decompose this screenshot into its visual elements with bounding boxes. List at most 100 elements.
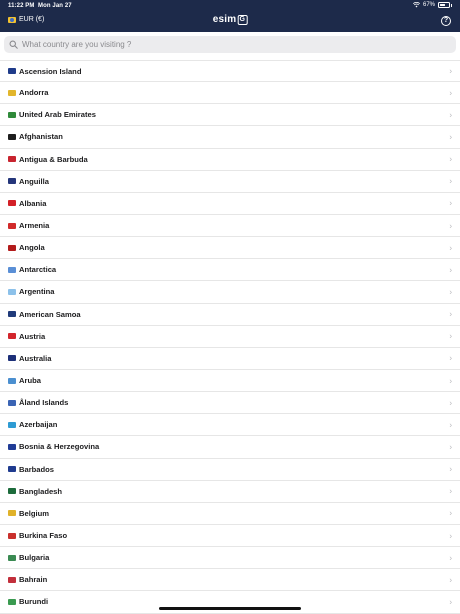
country-name: Albania — [19, 198, 47, 208]
app-header: 11:22 PM Mon Jan 27 67% EUR (€) esim G ? — [0, 0, 460, 32]
wifi-icon — [412, 2, 420, 8]
country-row[interactable]: Aruba › — [0, 370, 460, 393]
help-button[interactable]: ? — [441, 16, 451, 26]
country-name: Aruba — [19, 376, 41, 386]
country-name: Anguilla — [19, 176, 49, 186]
country-row[interactable]: Ascension Island › — [0, 60, 460, 83]
eu-flag-icon — [8, 16, 16, 23]
chevron-right-icon: › — [449, 442, 452, 452]
country-row[interactable]: Andorra › — [0, 82, 460, 105]
chevron-right-icon: › — [449, 265, 452, 275]
flag-icon — [8, 488, 16, 495]
status-time: 11:22 PM Mon Jan 27 — [8, 3, 72, 9]
chevron-right-icon: › — [449, 176, 452, 186]
country-name: Burkina Faso — [19, 531, 68, 541]
country-row[interactable]: Bangladesh › — [0, 481, 460, 503]
battery-percent: 67% — [422, 2, 435, 8]
country-name: Belgium — [19, 508, 49, 518]
country-name: Barbados — [19, 464, 55, 474]
country-row[interactable]: Burkina Faso › — [0, 525, 460, 548]
chevron-right-icon: › — [449, 486, 452, 496]
country-name: Bangladesh — [19, 486, 63, 496]
country-name: Åland Islands — [19, 398, 69, 408]
flag-icon — [8, 178, 16, 185]
country-name: Bosnia & Herzegovina — [19, 442, 100, 452]
flag-icon — [8, 288, 16, 295]
flag-icon — [8, 333, 16, 340]
chevron-right-icon: › — [449, 420, 452, 430]
flag-icon — [8, 355, 16, 362]
chevron-right-icon: › — [449, 553, 452, 563]
country-name: Argentina — [19, 287, 55, 297]
country-row[interactable]: Belgium › — [0, 503, 460, 525]
country-row[interactable]: Bahrain › — [0, 569, 460, 592]
country-name: Austria — [19, 331, 46, 341]
country-row[interactable]: Antigua & Barbuda › — [0, 149, 460, 171]
country-row[interactable]: Anguilla › — [0, 171, 460, 193]
country-row[interactable]: American Samoa › — [0, 304, 460, 326]
chevron-right-icon: › — [449, 88, 452, 98]
flag-icon — [8, 532, 16, 539]
chevron-right-icon: › — [449, 508, 452, 518]
flag-icon — [8, 554, 16, 561]
chevron-right-icon: › — [449, 353, 452, 363]
chevron-right-icon: › — [449, 66, 452, 76]
app-logo: esim G — [213, 14, 248, 25]
flag-icon — [8, 510, 16, 517]
battery-icon — [438, 2, 450, 8]
home-indicator — [159, 607, 301, 610]
country-row[interactable]: Austria › — [0, 326, 460, 348]
chevron-right-icon: › — [449, 309, 452, 319]
country-name: Burundi — [19, 597, 49, 607]
country-name: American Samoa — [19, 309, 81, 319]
country-list: Ascension Island › Andorra › United Arab Emi… — [0, 60, 460, 614]
country-row[interactable]: Burundi › — [0, 591, 460, 614]
flag-icon — [8, 598, 16, 605]
country-row[interactable]: Barbados › — [0, 459, 460, 481]
country-row[interactable]: Armenia › — [0, 215, 460, 238]
country-row[interactable]: Angola › — [0, 237, 460, 260]
chevron-right-icon: › — [449, 575, 452, 585]
flag-icon — [8, 111, 16, 118]
country-name: Bulgaria — [19, 553, 50, 563]
country-row[interactable]: Åland Islands › — [0, 392, 460, 415]
currency-selector[interactable]: EUR (€) — [8, 16, 44, 23]
chevron-right-icon: › — [449, 154, 452, 164]
flag-icon — [8, 156, 16, 163]
chevron-right-icon: › — [449, 110, 452, 120]
flag-icon — [8, 244, 16, 251]
flag-icon — [8, 377, 16, 384]
flag-icon — [8, 466, 16, 473]
search-input[interactable] — [22, 40, 442, 49]
chevron-right-icon: › — [449, 331, 452, 341]
chevron-right-icon: › — [449, 464, 452, 474]
search-field[interactable] — [4, 36, 456, 53]
country-name: Antigua & Barbuda — [19, 154, 88, 164]
flag-icon — [8, 200, 16, 207]
country-name: Australia — [19, 353, 52, 363]
chevron-right-icon: › — [449, 198, 452, 208]
country-row[interactable]: Antarctica › — [0, 259, 460, 282]
country-row[interactable]: Azerbaijan › — [0, 414, 460, 437]
country-row[interactable]: Afghanistan › — [0, 126, 460, 149]
chevron-right-icon: › — [449, 531, 452, 541]
country-row[interactable]: Albania › — [0, 193, 460, 215]
country-name: Ascension Island — [19, 66, 82, 76]
country-name: Andorra — [19, 88, 49, 98]
search-bar — [0, 32, 460, 58]
country-row[interactable]: Bosnia & Herzegovina › — [0, 436, 460, 459]
country-name: Angola — [19, 243, 45, 253]
flag-icon — [8, 443, 16, 450]
logo-g-icon: G — [237, 14, 248, 25]
country-row[interactable]: United Arab Emirates › — [0, 104, 460, 127]
flag-icon — [8, 68, 16, 75]
country-row[interactable]: Argentina › — [0, 281, 460, 304]
chevron-right-icon: › — [449, 376, 452, 386]
flag-icon — [8, 421, 16, 428]
country-row[interactable]: Australia › — [0, 348, 460, 370]
flag-icon — [8, 266, 16, 273]
flag-icon — [8, 133, 16, 140]
chevron-right-icon: › — [449, 243, 452, 253]
country-row[interactable]: Bulgaria › — [0, 547, 460, 570]
chevron-right-icon: › — [449, 221, 452, 231]
